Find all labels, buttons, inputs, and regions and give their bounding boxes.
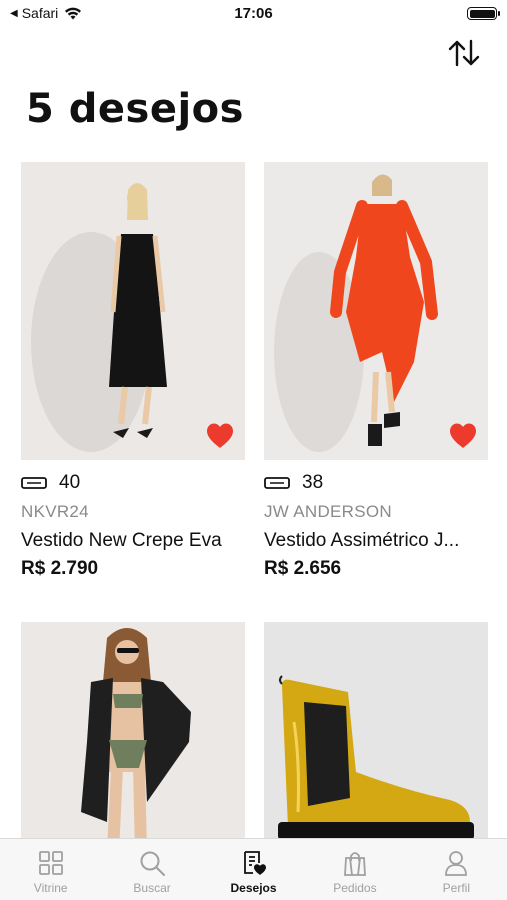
wishlist-icon bbox=[243, 851, 266, 875]
product-card[interactable] bbox=[21, 622, 245, 852]
brand-name: NKVR24 bbox=[21, 502, 89, 521]
sort-button[interactable] bbox=[447, 38, 481, 68]
tab-buscar[interactable]: Buscar bbox=[101, 839, 202, 900]
sort-arrows-icon bbox=[448, 39, 480, 67]
size-row: 38 bbox=[264, 472, 488, 494]
brand-name: JW ANDERSON bbox=[264, 502, 392, 521]
product-price: R$ 2.790 bbox=[21, 558, 99, 579]
tab-bar: Vitrine Buscar Desejos Pedidos Perfil bbox=[0, 838, 507, 900]
product-price: R$ 2.656 bbox=[264, 558, 342, 579]
product-photo-dress-black bbox=[31, 183, 167, 452]
wishlist-heart-button[interactable] bbox=[448, 422, 478, 450]
search-icon bbox=[140, 851, 166, 876]
product-image[interactable] bbox=[21, 622, 245, 852]
product-name: Vestido Assimétrico J... bbox=[264, 530, 460, 551]
tab-label: Vitrine bbox=[33, 881, 68, 895]
tab-desejos[interactable]: Desejos bbox=[203, 839, 304, 900]
size-row: 40 bbox=[21, 472, 245, 494]
tab-label: Pedidos bbox=[333, 881, 377, 895]
product-photo-dress-orange bbox=[274, 174, 438, 452]
ruler-icon bbox=[21, 477, 47, 489]
tab-vitrine[interactable]: Vitrine bbox=[0, 839, 101, 900]
product-image[interactable] bbox=[264, 162, 488, 460]
product-card[interactable]: 40 NKVR24 Vestido New Crepe Eva R$ 2.790 bbox=[21, 162, 245, 580]
grid-icon bbox=[38, 851, 63, 875]
product-photo-boot-gold bbox=[278, 675, 474, 840]
product-card[interactable]: 38 JW ANDERSON Vestido Assimétrico J... … bbox=[264, 162, 488, 580]
product-card[interactable] bbox=[264, 622, 488, 852]
page-title: 5 desejos bbox=[26, 86, 244, 132]
wishlist-heart-button[interactable] bbox=[205, 422, 235, 450]
battery-icon bbox=[467, 7, 500, 20]
product-image[interactable] bbox=[264, 622, 488, 852]
product-photo-bikini bbox=[81, 628, 191, 852]
tab-perfil[interactable]: Perfil bbox=[406, 839, 507, 900]
tab-label: Perfil bbox=[442, 881, 470, 895]
status-bar: ◀ Safari 17:06 bbox=[0, 0, 507, 28]
tab-label: Buscar bbox=[133, 881, 171, 895]
product-image[interactable] bbox=[21, 162, 245, 460]
product-name: Vestido New Crepe Eva bbox=[21, 530, 222, 551]
status-time: 17:06 bbox=[234, 5, 273, 22]
size-value: 40 bbox=[59, 472, 81, 493]
heart-filled-icon bbox=[207, 423, 233, 448]
user-icon bbox=[445, 851, 468, 876]
heart-filled-icon bbox=[450, 423, 476, 448]
tab-label: Desejos bbox=[230, 881, 277, 895]
ruler-icon bbox=[264, 477, 290, 489]
shopping-bag-icon bbox=[343, 852, 366, 876]
size-value: 38 bbox=[302, 472, 324, 493]
tab-pedidos[interactable]: Pedidos bbox=[304, 839, 405, 900]
